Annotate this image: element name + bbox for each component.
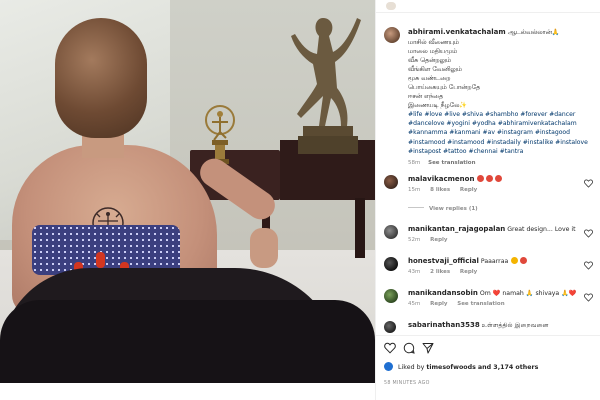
reply-button[interactable]: Reply xyxy=(430,301,447,307)
view-replies-button[interactable]: View replies (1) xyxy=(408,206,478,212)
emoji-icon xyxy=(486,175,494,182)
liked-prefix: Liked by xyxy=(398,364,425,371)
commenter-avatar[interactable] xyxy=(384,225,398,239)
comment-body: malavikacmenon xyxy=(408,175,588,184)
hashtags[interactable]: #life #love #live #shiva #shambho #forev… xyxy=(408,110,598,156)
emoji-icon xyxy=(520,257,528,264)
divider-line xyxy=(408,207,424,208)
share-icon[interactable] xyxy=(422,342,434,354)
author-avatar[interactable] xyxy=(384,27,400,43)
commenter-avatar[interactable] xyxy=(384,321,396,333)
comment-time: 45m xyxy=(408,301,421,307)
reply-button[interactable]: Reply xyxy=(460,187,477,193)
instagram-post: abhirami.venkatachalam ஆடல்வல்லான்🙏 மாசி… xyxy=(0,0,600,400)
heart-icon[interactable] xyxy=(584,293,593,302)
comment-body: manikantan_rajagopalan Great design... L… xyxy=(408,225,588,234)
nataraja-statue-icon xyxy=(205,105,235,164)
liked-by-user[interactable]: timesofwoods xyxy=(426,364,476,371)
comment-item: sabarinathan3538 உள்ளத்தில் இறைவனை xyxy=(384,321,599,335)
caption-line: இணையடி நீழலே✨ xyxy=(408,102,468,109)
caption-line: மூசு வண்டறை xyxy=(408,75,451,82)
black-skirt-lower xyxy=(0,300,375,383)
commenter-avatar[interactable] xyxy=(384,257,398,271)
reply-button[interactable]: Reply xyxy=(460,269,477,275)
caption-line: வீசு தென்றலும் xyxy=(408,57,452,64)
comment-item: malavikacmenon 15m 8 likes Reply xyxy=(384,175,599,205)
comment-username[interactable]: malavikacmenon xyxy=(408,175,474,183)
caption-time: 58m xyxy=(408,160,421,167)
person-hair xyxy=(55,18,147,138)
comment-meta: 43m 2 likes Reply xyxy=(408,269,485,275)
comment-body: honestvaji_official Paaarraa xyxy=(408,257,588,266)
comment-time: 52m xyxy=(408,237,421,243)
header-avatar-icon xyxy=(386,2,396,10)
comment-meta: 45m Reply See translation xyxy=(408,301,513,307)
author-username[interactable]: abhirami.venkatachalam xyxy=(408,28,506,36)
table-leg xyxy=(355,198,365,258)
comment-item: manikantan_rajagopalan Great design... L… xyxy=(384,225,599,255)
comment-username[interactable]: honestvaji_official xyxy=(408,257,479,265)
post-side-panel: abhirami.venkatachalam ஆடல்வல்லான்🙏 மாசி… xyxy=(375,0,600,400)
emoji-icon xyxy=(495,175,503,182)
comment-username[interactable]: manikandansobin xyxy=(408,289,478,297)
view-replies-label: View replies (1) xyxy=(429,206,478,212)
comment-text: Great design... Love it xyxy=(507,226,576,233)
comment-likes[interactable]: 2 likes xyxy=(430,269,450,275)
comment-meta: 52m Reply xyxy=(408,237,455,243)
heart-icon[interactable] xyxy=(584,179,593,188)
heart-icon[interactable] xyxy=(384,342,396,354)
liker-avatar xyxy=(384,362,393,371)
person-hand xyxy=(250,228,278,268)
caption-line: மாலை மதியமும் xyxy=(408,48,458,55)
comment-icon[interactable] xyxy=(403,342,415,354)
header-strip xyxy=(376,0,600,13)
comment-text: Om ❤️ namah 🙏 shivaya 🙏❤️ xyxy=(479,290,577,297)
comment-meta: 15m 8 likes Reply xyxy=(408,187,485,193)
caption-line: ஈசன் எந்தை xyxy=(408,93,444,100)
post-time-ago: 58 MINUTES AGO xyxy=(384,381,430,386)
comment-text: Paaarraa xyxy=(480,258,509,265)
caption-header: abhirami.venkatachalam ஆடல்வல்லான்🙏 xyxy=(408,28,560,37)
see-translation-link[interactable]: See translation xyxy=(457,301,504,307)
liked-suffix[interactable]: and 3,174 others xyxy=(478,364,539,371)
comment-time: 15m xyxy=(408,187,421,193)
comment-body: manikandansobin Om ❤️ namah 🙏 shivaya 🙏❤… xyxy=(408,289,588,298)
comment-username[interactable]: manikantan_rajagopalan xyxy=(408,225,505,233)
heart-icon[interactable] xyxy=(584,261,593,270)
comment-item: manikandansobin Om ❤️ namah 🙏 shivaya 🙏❤… xyxy=(384,289,599,319)
comment-username[interactable]: sabarinathan3538 xyxy=(408,321,480,329)
emoji-icon xyxy=(511,257,519,264)
emoji-icon xyxy=(477,175,485,182)
caption-meta: 58m See translation xyxy=(408,159,598,168)
comment-text: உள்ளத்தில் இறைவனை xyxy=(481,322,549,329)
author-note: ஆடல்வல்லான்🙏 xyxy=(507,29,560,36)
caption-line: வீங்கிள வேனிலும் xyxy=(408,66,462,73)
heart-icon[interactable] xyxy=(584,229,593,238)
caption-text: மாசில் வீணையும் மாலை மதியமும் வீசு தென்ற… xyxy=(408,38,598,168)
reply-button[interactable]: Reply xyxy=(430,237,447,243)
liked-by-summary[interactable]: Liked by timesofwoods and 3,174 others xyxy=(384,362,538,371)
comment-time: 43m xyxy=(408,269,421,275)
caption-line: மாசில் வீணையும் xyxy=(408,39,459,46)
post-actions: Liked by timesofwoods and 3,174 others 5… xyxy=(376,335,600,400)
comment-item: honestvaji_official Paaarraa 43m 2 likes… xyxy=(384,257,599,287)
post-photo[interactable] xyxy=(0,0,375,383)
see-translation-link[interactable]: See translation xyxy=(428,160,475,166)
commenter-avatar[interactable] xyxy=(384,289,398,303)
comment-body: sabarinathan3538 உள்ளத்தில் இறைவனை xyxy=(408,321,588,330)
caption-line: பொய்கையும் போன்றதே xyxy=(408,84,481,91)
comment-likes[interactable]: 8 likes xyxy=(430,187,450,193)
dancer-statue-icon xyxy=(291,18,361,154)
tassel xyxy=(96,252,105,268)
commenter-avatar[interactable] xyxy=(384,175,398,189)
